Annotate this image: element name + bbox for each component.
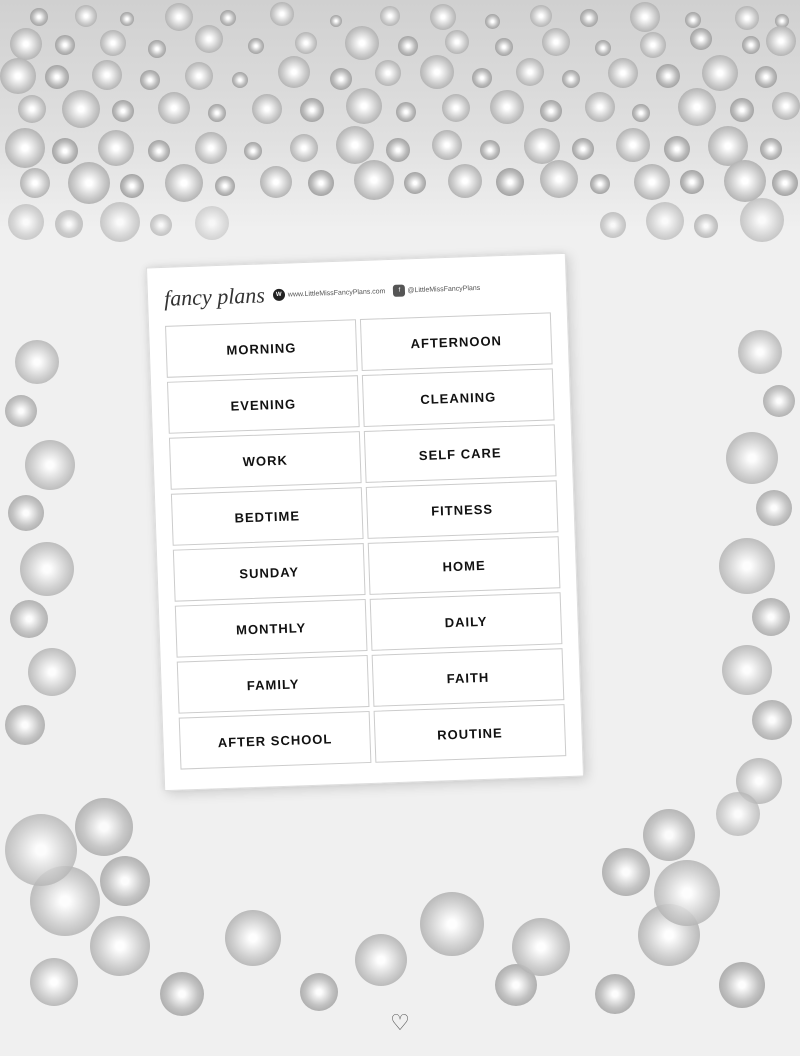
sticker-evening: EVENING <box>167 375 360 434</box>
website-text: www.LittleMissFancyPlans.com <box>288 288 386 298</box>
sticker-label-afterschool: AFTER SCHOOL <box>218 731 333 750</box>
brand-social: f @LittleMissFancyPlans <box>393 282 480 297</box>
social-icon: f <box>393 284 405 296</box>
sticker-label-work: WORK <box>242 452 288 469</box>
sticker-label-family: FAMILY <box>247 676 300 693</box>
brand-logo: fancy plans <box>164 282 266 312</box>
sticker-label-evening: EVENING <box>230 396 296 413</box>
sticker-sheet: fancy plans W www.LittleMissFancyPlans.c… <box>146 253 584 791</box>
sticker-daily: DAILY <box>370 592 563 651</box>
website-icon: W <box>273 289 285 301</box>
page-footer-signature: ♡ <box>390 1010 410 1036</box>
sticker-label-selfcare: SELF CARE <box>419 445 502 463</box>
sticker-monthly: MONTHLY <box>175 599 368 658</box>
brand-website: W www.LittleMissFancyPlans.com <box>273 285 386 301</box>
sticker-routine: ROUTINE <box>374 704 567 763</box>
sticker-bedtime: BEDTIME <box>171 487 364 546</box>
sticker-label-monthly: MONTHLY <box>236 620 307 637</box>
social-text: @LittleMissFancyPlans <box>407 284 480 294</box>
background: fancy plans W www.LittleMissFancyPlans.c… <box>0 0 800 1056</box>
sticker-family: FAMILY <box>177 655 370 714</box>
sticker-home: HOME <box>368 536 561 595</box>
sticker-label-fitness: FITNESS <box>431 501 493 518</box>
sticker-grid: MORNING AFTERNOON EVENING CLEANING WORK … <box>165 312 566 769</box>
sticker-label-sunday: SUNDAY <box>239 564 299 581</box>
sticker-afterschool: AFTER SCHOOL <box>179 711 372 770</box>
sticker-label-home: HOME <box>442 557 485 573</box>
sticker-faith: FAITH <box>372 648 565 707</box>
sticker-label-morning: MORNING <box>226 340 296 357</box>
sticker-fitness: FITNESS <box>366 480 559 539</box>
sticker-morning: MORNING <box>165 319 358 378</box>
sticker-label-routine: ROUTINE <box>437 725 503 742</box>
sticker-label-afternoon: AFTERNOON <box>410 333 502 351</box>
sticker-work: WORK <box>169 431 362 490</box>
sticker-selfcare: SELF CARE <box>364 424 557 483</box>
sticker-label-bedtime: BEDTIME <box>234 508 300 525</box>
sticker-sunday: SUNDAY <box>173 543 366 602</box>
sticker-label-daily: DAILY <box>444 613 487 629</box>
sticker-label-faith: FAITH <box>446 669 489 685</box>
brand-header: fancy plans W www.LittleMissFancyPlans.c… <box>164 272 551 311</box>
sticker-cleaning: CLEANING <box>362 368 555 427</box>
sticker-label-cleaning: CLEANING <box>420 389 496 407</box>
sticker-afternoon: AFTERNOON <box>360 312 553 371</box>
